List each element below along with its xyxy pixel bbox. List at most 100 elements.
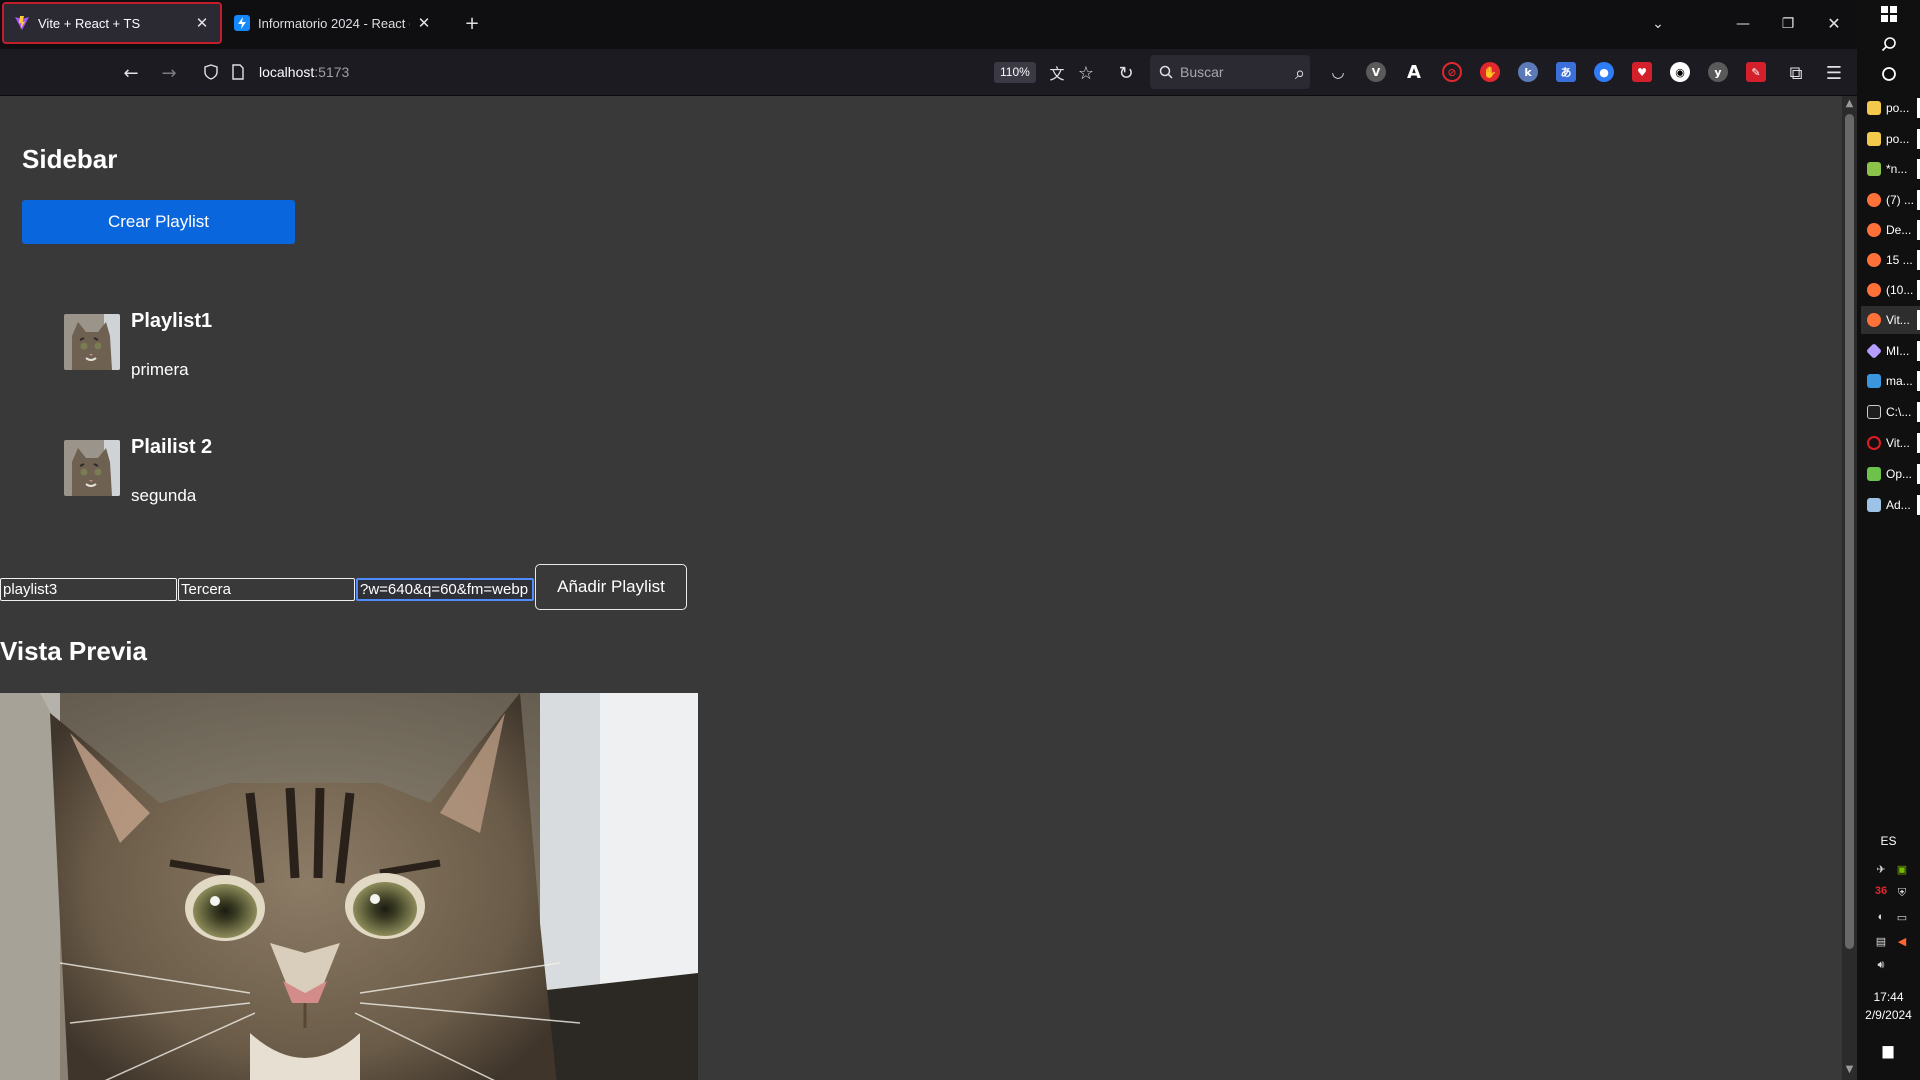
playlist-name: Plailist 2 (131, 436, 213, 458)
notification-badge[interactable]: 36 (1869, 885, 1893, 897)
close-tab-icon[interactable]: ✕ (416, 14, 432, 32)
extension-pen-icon[interactable]: ✎ (1746, 62, 1766, 82)
shield-icon[interactable] (203, 64, 219, 80)
taskbar-item-label: De... (1886, 223, 1912, 237)
taskbar-item-firefox-vite[interactable]: Vit... (1861, 306, 1920, 334)
app-icon (1867, 467, 1881, 481)
scrollbar-thumb[interactable] (1845, 114, 1854, 949)
terminal-icon (1867, 405, 1881, 419)
taskbar-item-firefox-4[interactable]: (10... (1861, 276, 1920, 304)
pocket-icon[interactable]: ◡ (1328, 62, 1348, 82)
search-input[interactable] (1180, 55, 1300, 89)
cortana-icon[interactable] (1857, 60, 1920, 88)
clock-date[interactable]: 2/9/2024 (1857, 1008, 1920, 1022)
page-viewport: Sidebar Crear Playlist Playlist1 primera (0, 96, 1842, 1080)
url-host: localhost (259, 64, 315, 80)
volume-icon[interactable]: 🔊︎ (1874, 958, 1888, 972)
app-icon (1867, 498, 1881, 512)
taskbar-item-op[interactable]: Op... (1861, 460, 1920, 488)
nvidia-icon[interactable]: ▣ (1895, 862, 1909, 876)
clock-time[interactable]: 17:44 (1857, 990, 1920, 1004)
tab-label: Informatorio 2024 - React (fork) (258, 15, 410, 31)
playlist-item[interactable]: Plailist 2 segunda (64, 436, 464, 540)
playlist-thumbnail (64, 314, 120, 370)
taskbar-item-po-2[interactable]: po... (1861, 125, 1920, 153)
playlist-description-input[interactable] (178, 578, 355, 601)
github-icon[interactable]: ◉ (1670, 62, 1690, 82)
stackblitz-icon (234, 15, 250, 31)
menu-hamburger-icon[interactable]: ☰ (1822, 61, 1846, 85)
speaker-muted-icon[interactable]: ◀ (1895, 934, 1909, 948)
taskbar-item-notepad[interactable]: *n... (1861, 155, 1920, 183)
reload-icon[interactable]: ↻ (1114, 61, 1138, 85)
search-box[interactable] (1150, 55, 1310, 89)
windows-start-icon[interactable] (1857, 0, 1920, 28)
taskbar-item-label: *n... (1886, 162, 1908, 176)
zoom-level-badge[interactable]: 110% (994, 62, 1036, 83)
tab-informatorio[interactable]: Informatorio 2024 - React (fork) ✕ (224, 2, 442, 44)
url-text[interactable]: localhost:5173 (259, 55, 349, 89)
drive-icon[interactable]: ▭ (1895, 910, 1909, 924)
folder-icon (1867, 132, 1881, 146)
taskbar-item-firefox-2[interactable]: De... (1861, 216, 1920, 244)
taskbar-item-label: 15 ... (1886, 253, 1913, 267)
search-icon[interactable] (1857, 30, 1920, 58)
back-arrow-icon[interactable]: ← (119, 61, 143, 85)
taskbar-item-mi[interactable]: MI... (1861, 337, 1920, 365)
taskbar-item-vscode[interactable]: ma... (1861, 367, 1920, 395)
taskbar-item-firefox-3[interactable]: 15 ... (1861, 246, 1920, 274)
restore-icon[interactable]: ❐ (1776, 12, 1800, 36)
extension-heart-icon[interactable]: ♥ (1632, 62, 1652, 82)
extension-y-icon[interactable]: y (1708, 62, 1728, 82)
extension-stop-icon[interactable]: ✋ (1480, 62, 1500, 82)
minimize-icon[interactable]: — (1731, 12, 1755, 36)
taskbar-item-po-1[interactable]: po... (1861, 94, 1920, 122)
playlist-item[interactable]: Playlist1 primera (64, 310, 464, 414)
display-icon[interactable]: ▤ (1874, 934, 1888, 948)
taskbar-item-ad[interactable]: Ad... (1861, 491, 1920, 519)
magnifier-icon[interactable]: ⌕ (1288, 61, 1312, 85)
taskbar-item-label: po... (1886, 132, 1910, 146)
list-tabs-chevron-icon[interactable]: ⌄ (1646, 12, 1670, 36)
taskbar-item-label: (10... (1886, 283, 1914, 297)
scroll-down-icon[interactable]: ▼ (1842, 1064, 1857, 1075)
extension-translate-icon[interactable]: あ (1556, 62, 1576, 82)
vscode-icon (1867, 374, 1881, 388)
tab-vite-react[interactable]: Vite + React + TS ✕ (2, 2, 222, 44)
taskbar-item-label: (7) ... (1886, 193, 1915, 207)
bookmark-star-icon[interactable]: ☆ (1074, 61, 1098, 85)
scroll-up-icon[interactable]: ▲ (1842, 98, 1857, 109)
taskbar-item-terminal[interactable]: C:\... (1861, 398, 1920, 426)
steam-icon[interactable]: ◐ (1874, 910, 1888, 924)
new-tab-button[interactable]: + (460, 12, 484, 36)
playlist-image-url-input[interactable] (356, 578, 534, 601)
address-bar[interactable]: localhost:5173 (193, 55, 1035, 89)
close-window-icon[interactable]: ✕ (1822, 12, 1846, 36)
taskbar-item-firefox-1[interactable]: (7) ... (1861, 186, 1920, 214)
block-icon[interactable]: ⊘ (1442, 62, 1462, 82)
vertical-scrollbar[interactable]: ▲ ▼ (1842, 96, 1857, 1080)
taskbar-item-opera-vite[interactable]: Vit... (1861, 429, 1920, 457)
close-tab-icon[interactable]: ✕ (194, 14, 210, 32)
playlist-name-input[interactable] (0, 578, 177, 601)
forward-arrow-icon[interactable]: → (157, 61, 181, 85)
taskbar-item-label: ma... (1886, 374, 1913, 388)
playlist-description: segunda (131, 486, 197, 505)
security-icon[interactable]: ⛨ (1895, 886, 1909, 900)
preview-cat-image (0, 693, 698, 1080)
extensions-puzzle-icon[interactable]: ⧉ (1784, 61, 1808, 85)
network-icon[interactable]: ✈ (1874, 862, 1888, 876)
firefox-icon (1867, 193, 1881, 207)
firefox-icon (1867, 223, 1881, 237)
create-playlist-button[interactable]: Crear Playlist (22, 200, 295, 244)
add-playlist-button[interactable]: Añadir Playlist (535, 564, 687, 610)
page-info-icon[interactable] (231, 64, 245, 80)
action-center-icon[interactable]: ▆ (1881, 1042, 1895, 1058)
extension-v-icon[interactable]: V (1366, 62, 1386, 82)
extension-a-icon[interactable]: A (1404, 62, 1424, 83)
translate-icon[interactable]: 文 (1045, 61, 1069, 85)
language-indicator[interactable]: ES (1857, 834, 1920, 848)
notepad-icon (1867, 162, 1881, 176)
extension-pin-icon[interactable]: ● (1594, 62, 1614, 82)
extension-k-icon[interactable]: k (1518, 62, 1538, 82)
